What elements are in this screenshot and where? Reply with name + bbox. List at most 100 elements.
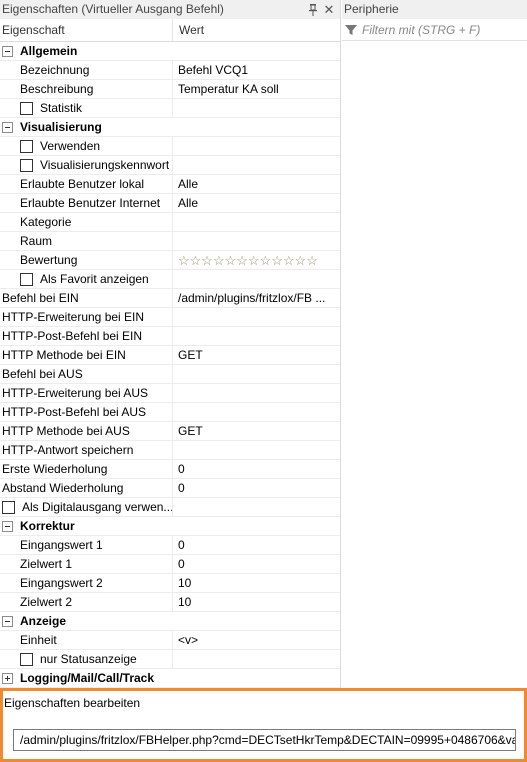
- collapse-icon[interactable]: [2, 121, 13, 133]
- filter-input[interactable]: Filtern mit (STRG + F): [362, 23, 480, 37]
- category-cell: Korrektur: [0, 517, 340, 536]
- property-row[interactable]: Einheit <v>: [0, 630, 340, 650]
- column-header-value[interactable]: Wert: [173, 19, 340, 41]
- property-row[interactable]: Eingangswert 1 0: [0, 535, 340, 555]
- filter-icon: [344, 23, 358, 37]
- property-row[interactable]: Als Favorit anzeigen: [0, 269, 340, 289]
- property-name-cell: Beschreibung: [0, 79, 173, 99]
- property-value-cell[interactable]: 0: [173, 460, 340, 479]
- property-value-cell[interactable]: Alle: [173, 194, 340, 213]
- expand-icon[interactable]: [2, 672, 13, 684]
- property-value-cell[interactable]: GET: [173, 422, 340, 441]
- property-row[interactable]: Verwenden: [0, 136, 340, 156]
- property-row[interactable]: Befehl bei EIN/admin/plugins/fritzlox/FB…: [0, 288, 340, 308]
- property-row[interactable]: Als Digitalausgang verwen...: [0, 497, 340, 517]
- checkbox[interactable]: [20, 652, 33, 666]
- property-value-cell[interactable]: [173, 156, 340, 175]
- property-value-cell[interactable]: Befehl VCQ1: [173, 61, 340, 80]
- property-value-cell[interactable]: [173, 365, 340, 384]
- collapse-icon[interactable]: [2, 45, 13, 57]
- collapse-icon[interactable]: [2, 615, 13, 627]
- property-label: Zielwert 2: [20, 594, 73, 609]
- category-row[interactable]: Korrektur: [0, 517, 340, 536]
- property-row[interactable]: Beschreibung Temperatur KA soll: [0, 79, 340, 99]
- property-row[interactable]: HTTP-Erweiterung bei EIN: [0, 307, 340, 327]
- property-row[interactable]: HTTP Methode bei AUS GET: [0, 421, 340, 441]
- property-row[interactable]: Visualisierungskennwort: [0, 155, 340, 175]
- column-header-property[interactable]: Eigenschaft: [0, 19, 173, 41]
- category-row[interactable]: Anzeige: [0, 612, 340, 631]
- properties-panel-title: Eigenschaften (Virtueller Ausgang Befehl…: [0, 0, 340, 19]
- property-value-cell[interactable]: [173, 403, 340, 422]
- property-row[interactable]: HTTP-Antwort speichern: [0, 440, 340, 460]
- property-value-cell[interactable]: <v>: [173, 631, 340, 650]
- property-value-cell[interactable]: [173, 232, 340, 251]
- edit-properties-input[interactable]: /admin/plugins/fritzlox/FBHelper.php?cmd…: [13, 729, 516, 751]
- category-cell: Visualisierung: [0, 118, 340, 137]
- property-row[interactable]: Eingangswert 2 10: [0, 573, 340, 593]
- checkbox[interactable]: [20, 101, 33, 115]
- property-value-cell[interactable]: Temperatur KA soll: [173, 80, 340, 99]
- category-cell: Logging/Mail/Call/Track: [0, 669, 340, 688]
- property-row[interactable]: Erlaubte Benutzer Internet Alle: [0, 193, 340, 213]
- property-row[interactable]: nur Statusanzeige: [0, 649, 340, 669]
- property-row[interactable]: Erste Wiederholung 0: [0, 459, 340, 479]
- property-row[interactable]: HTTP-Erweiterung bei AUS: [0, 383, 340, 403]
- collapse-icon[interactable]: [2, 520, 13, 532]
- property-row[interactable]: HTTP-Post-Befehl bei AUS: [0, 402, 340, 422]
- peripherals-panel: Peripherie Filtern mit (STRG + F): [342, 0, 527, 688]
- property-value-cell[interactable]: [173, 308, 340, 327]
- property-value-cell[interactable]: Alle: [173, 175, 340, 194]
- category-row[interactable]: Logging/Mail/Call/Track: [0, 669, 340, 688]
- properties-title-text: Eigenschaften (Virtueller Ausgang Befehl…: [2, 2, 224, 16]
- property-label: Befehl bei AUS: [2, 366, 83, 381]
- property-value-cell[interactable]: 0: [173, 479, 340, 498]
- checkbox[interactable]: [2, 500, 15, 514]
- checkbox[interactable]: [20, 158, 33, 172]
- property-value-cell[interactable]: [173, 213, 340, 232]
- property-row[interactable]: Zielwert 2 10: [0, 592, 340, 612]
- property-value-cell[interactable]: 0: [173, 536, 340, 555]
- property-row[interactable]: Erlaubte Benutzer lokal Alle: [0, 174, 340, 194]
- rating-stars[interactable]: ☆☆☆☆☆☆☆☆☆☆☆☆: [173, 251, 340, 270]
- category-row[interactable]: Visualisierung: [0, 118, 340, 137]
- checkbox[interactable]: [20, 272, 33, 286]
- pin-icon[interactable]: [306, 0, 320, 19]
- property-value-cell[interactable]: [173, 384, 340, 403]
- category-label: Visualisierung: [20, 119, 102, 134]
- property-row[interactable]: Zielwert 1 0: [0, 554, 340, 574]
- property-row[interactable]: HTTP-Post-Befehl bei EIN: [0, 326, 340, 346]
- property-row[interactable]: Statistik: [0, 98, 340, 118]
- property-row[interactable]: HTTP Methode bei EIN GET: [0, 345, 340, 365]
- property-value-cell[interactable]: [173, 498, 340, 517]
- properties-panel: Eigenschaften (Virtueller Ausgang Befehl…: [0, 0, 341, 688]
- category-label: Allgemein: [20, 43, 78, 58]
- property-name-cell: Raum: [0, 231, 173, 251]
- property-value-cell[interactable]: [173, 441, 340, 460]
- filter-bar[interactable]: Filtern mit (STRG + F): [342, 19, 527, 41]
- property-value-cell[interactable]: [173, 137, 340, 156]
- property-row[interactable]: Bewertung ☆☆☆☆☆☆☆☆☆☆☆☆: [0, 250, 340, 270]
- property-row[interactable]: Bezeichnung Befehl VCQ1: [0, 60, 340, 80]
- property-name-cell: HTTP-Erweiterung bei EIN: [0, 307, 173, 327]
- property-value-cell[interactable]: [173, 650, 340, 669]
- category-row[interactable]: Allgemein: [0, 42, 340, 61]
- property-value-cell[interactable]: GET: [173, 346, 340, 365]
- property-row[interactable]: Kategorie: [0, 212, 340, 232]
- property-value-cell[interactable]: [173, 99, 340, 118]
- property-row[interactable]: Befehl bei AUS: [0, 364, 340, 384]
- checkbox[interactable]: [20, 139, 33, 153]
- property-name-cell: Zielwert 2: [0, 592, 173, 612]
- property-value-cell[interactable]: 10: [173, 593, 340, 612]
- property-row[interactable]: Raum: [0, 231, 340, 251]
- property-label: Als Favorit anzeigen: [40, 271, 149, 286]
- property-value-cell[interactable]: 0: [173, 555, 340, 574]
- property-value-cell[interactable]: /admin/plugins/fritzlox/FB ...: [173, 289, 340, 308]
- property-value-cell[interactable]: 10: [173, 574, 340, 593]
- property-row[interactable]: Abstand Wiederholung 0: [0, 478, 340, 498]
- close-icon[interactable]: ✕: [322, 0, 336, 19]
- property-name-cell: Bewertung: [0, 250, 173, 270]
- property-value-cell[interactable]: [173, 270, 340, 289]
- property-value-cell[interactable]: [173, 327, 340, 346]
- property-label: Eingangswert 2: [20, 575, 103, 590]
